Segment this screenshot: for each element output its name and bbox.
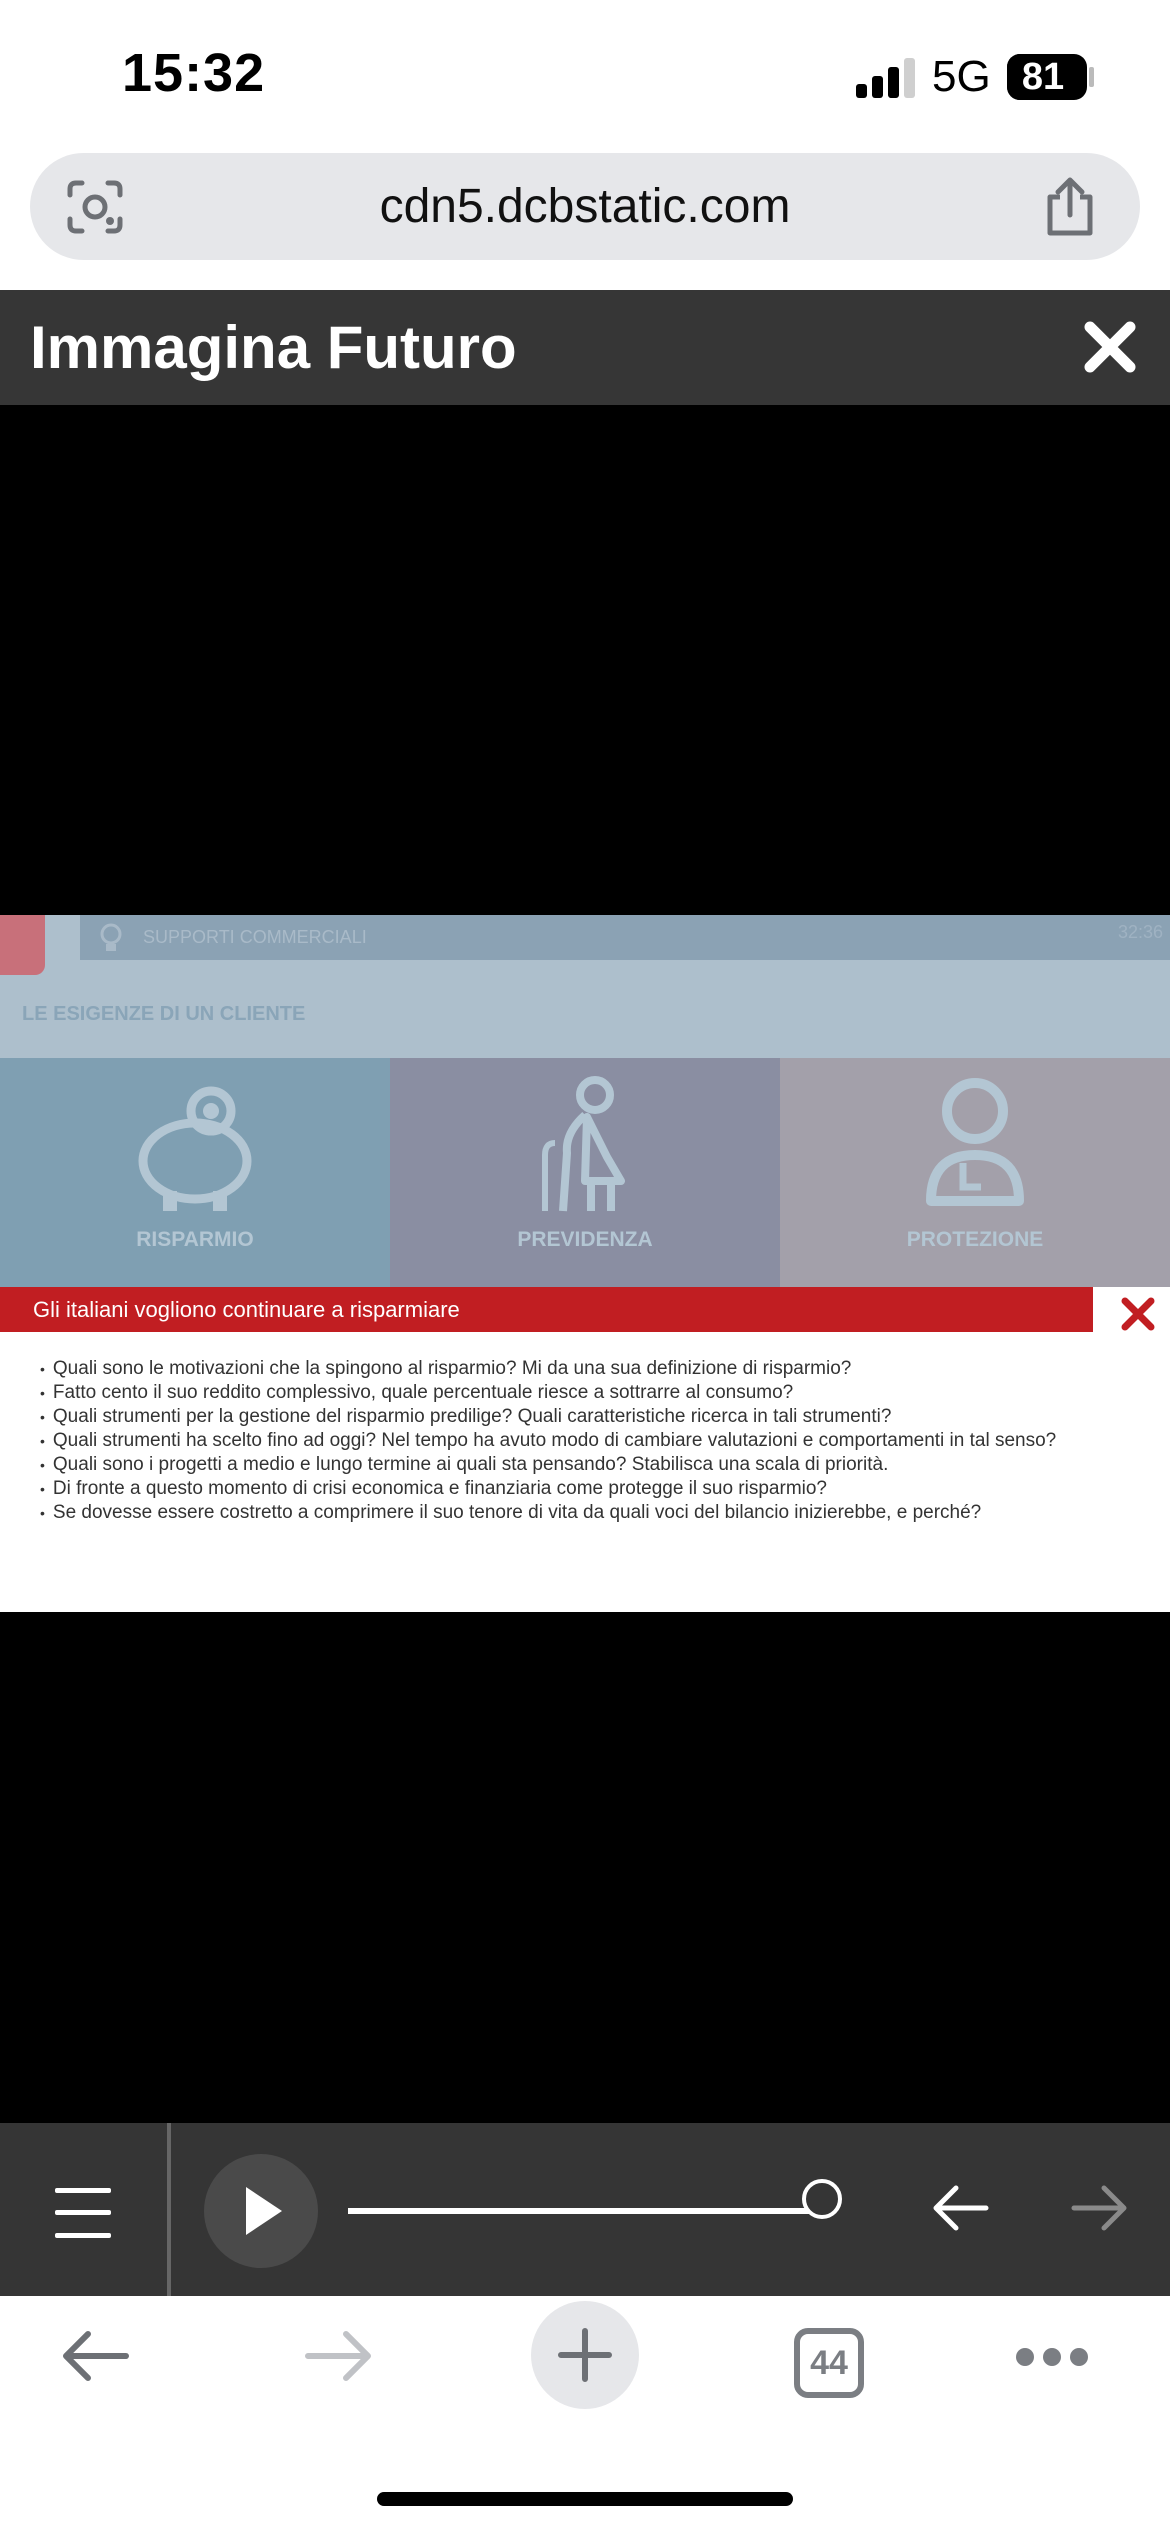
player-controls [0,2123,1170,2296]
prev-arrow-icon[interactable] [930,2183,990,2233]
piggy-bank-icon [138,1086,252,1211]
slide-time: 32:36 [1118,922,1164,942]
menu-icon[interactable] [55,2188,111,2238]
app-title: Immagina Futuro [30,314,517,381]
list-item: Se dovesse essere costretto a comprimere… [40,1501,1160,1525]
tab-count-button[interactable]: 44 [794,2328,864,2398]
list-item: Di fronte a questo momento di crisi econ… [40,1477,1160,1501]
slide-subtitle: LE ESIGENZE DI UN CLIENTE [22,1003,306,1025]
list-item: Quali sono i progetti a medio e lungo te… [40,1453,1160,1477]
list-item: Quali strumenti ha scelto fino ad oggi? … [40,1429,1160,1453]
elderly-person-icon [542,1076,625,1212]
popup-close-icon[interactable] [1120,1296,1156,1332]
status-time: 15:32 [122,43,266,103]
network-label: 5G [932,52,991,101]
home-indicator [377,2492,793,2506]
progress-fill [348,2208,811,2214]
slide-topbar-label: SUPPORTI COMMERCIALI [143,927,367,947]
more-icon[interactable] [1016,2348,1088,2368]
lightbulb-icon [100,923,122,951]
list-item: Fatto cento il suo reddito complessivo, … [40,1381,1160,1405]
plus-icon [558,2328,612,2382]
list-item: Quali sono le motivazioni che la spingon… [40,1357,1160,1381]
share-icon[interactable] [1042,177,1098,237]
slide: SUPPORTI COMMERCIALI 32:36 LE ESIGENZE D… [0,915,1170,1287]
tile-previdenza[interactable]: PREVIDENZA [390,1058,780,1287]
tile-label: PREVIDENZA [517,1228,653,1251]
tile-label: PROTEZIONE [906,1228,1044,1251]
battery-icon: 81 [1007,54,1087,100]
list-item: Quali strumenti per la gestione del risp… [40,1405,1160,1429]
slide-logo-tab [0,915,45,975]
close-icon[interactable] [1080,317,1140,377]
back-arrow-icon[interactable] [60,2326,130,2386]
play-button[interactable] [204,2154,318,2268]
new-tab-button[interactable] [531,2301,639,2409]
forward-arrow-icon[interactable] [304,2326,374,2386]
popup-header: Gli italiani vogliono continuare a rispa… [0,1287,1093,1332]
status-bar: 15:32 5G 81 [0,0,1170,150]
tile-label: RISPARMIO [136,1228,254,1251]
progress-track[interactable] [348,2208,820,2214]
info-popup: Gli italiani vogliono continuare a rispa… [0,1287,1170,1612]
app-header: Immagina Futuro [0,290,1170,405]
popup-title: Gli italiani vogliono continuare a rispa… [33,1297,460,1322]
progress-knob[interactable] [802,2179,842,2219]
battery-level: 81 [1021,56,1065,98]
tile-protezione[interactable]: PROTEZIONE [780,1058,1170,1287]
doctor-icon [926,1078,1024,1206]
battery-cap [1089,67,1094,87]
divider [167,2123,171,2296]
question-list: Quali sono le motivazioni che la spingon… [40,1357,1160,1525]
url-bar[interactable]: cdn5.dcbstatic.com [30,153,1140,260]
tile-risparmio[interactable]: RISPARMIO [0,1058,390,1287]
lens-icon[interactable] [66,179,124,235]
url-text[interactable]: cdn5.dcbstatic.com [30,153,1140,260]
play-icon [246,2187,282,2235]
signal-icon [856,58,916,98]
next-arrow-icon[interactable] [1070,2183,1130,2233]
